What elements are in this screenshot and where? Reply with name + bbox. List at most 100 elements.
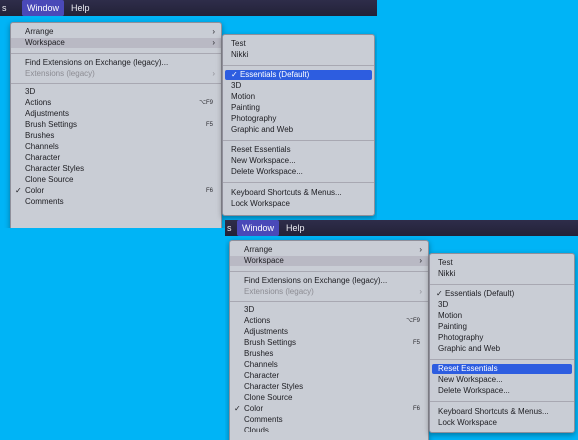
menu-item-brush-settings[interactable]: Brush Settings F5 (230, 338, 428, 348)
shortcut-label: ⌥F9 (406, 318, 420, 324)
menu-item-reset-essentials[interactable]: Reset Essentials (223, 145, 374, 155)
menu-item-motion[interactable]: Motion (223, 92, 374, 102)
menu-item-nikki[interactable]: Nikki (430, 269, 574, 279)
menu-item-clouds[interactable]: Clouds (230, 426, 428, 432)
shortcut-label: F5 (412, 340, 420, 346)
menubar-item-help[interactable]: Help (281, 220, 310, 236)
menu-item-actions[interactable]: Actions ⌥F9 (11, 98, 221, 108)
menu-separator (223, 182, 374, 183)
menu-item-brushes[interactable]: Brushes (11, 131, 221, 141)
menu-item-label: Arrange (25, 27, 54, 36)
menu-item-label: Arrange (244, 245, 273, 254)
menu-item-painting[interactable]: Painting (223, 103, 374, 113)
menu-item-photography[interactable]: Photography (223, 114, 374, 124)
checkmark-icon: ✓ (436, 289, 443, 298)
shortcut-label: ⌥F9 (199, 100, 213, 106)
window-menu: Arrange › Workspace › Find Extensions on… (10, 22, 222, 228)
menu-item-channels[interactable]: Channels (230, 360, 428, 370)
menu-item-nikki[interactable]: Nikki (223, 50, 374, 60)
menubar-item-help[interactable]: Help (66, 0, 95, 16)
menu-item-brush-settings[interactable]: Brush Settings F5 (11, 120, 221, 130)
menu-item-comments[interactable]: Comments (11, 197, 221, 207)
menu-item-graphic-and-web[interactable]: Graphic and Web (223, 125, 374, 135)
menu-item-photography[interactable]: Photography (430, 333, 574, 343)
menu-item-arrange[interactable]: Arrange › (230, 245, 428, 255)
workspace-submenu: Test Nikki ✓ Essentials (Default) 3D Mot… (429, 253, 575, 433)
menu-separator (430, 284, 574, 285)
shortcut-label: F6 (412, 406, 420, 412)
chevron-right-icon: › (419, 287, 422, 296)
menu-item-new-workspace[interactable]: New Workspace... (430, 375, 574, 385)
menu-item-character-styles[interactable]: Character Styles (11, 164, 221, 174)
menu-item-color[interactable]: ✓ Color F6 (11, 186, 221, 196)
menu-item-find-extensions[interactable]: Find Extensions on Exchange (legacy)... (11, 58, 221, 68)
menu-item-label: Color (25, 186, 45, 195)
menu-item-test[interactable]: Test (223, 39, 374, 49)
chevron-right-icon: › (419, 245, 422, 254)
menu-item-extensions-legacy: Extensions (legacy) › (230, 287, 428, 297)
chevron-right-icon: › (212, 27, 215, 36)
menu-item-comments[interactable]: Comments (230, 415, 428, 425)
menu-item-reset-essentials[interactable]: Reset Essentials (432, 364, 572, 374)
menu-item-workspace[interactable]: Workspace › (230, 256, 428, 266)
menu-item-channels[interactable]: Channels (11, 142, 221, 152)
menubar-item-cut[interactable]: s (225, 220, 237, 236)
menu-item-extensions-legacy: Extensions (legacy) › (11, 69, 221, 79)
menu-item-lock-workspace[interactable]: Lock Workspace (430, 418, 574, 428)
menu-item-essentials-default[interactable]: ✓ Essentials (Default) (225, 70, 372, 80)
menu-item-label: Workspace (244, 256, 284, 265)
screenshot-bottom: s Window Help Arrange › Workspace › Find… (225, 220, 578, 440)
menu-item-painting[interactable]: Painting (430, 322, 574, 332)
menu-item-3d[interactable]: 3D (430, 300, 574, 310)
menubar-item-window[interactable]: Window (22, 0, 65, 16)
menu-item-label: Color (244, 404, 264, 413)
menu-item-keyboard-shortcuts[interactable]: Keyboard Shortcuts & Menus... (430, 407, 574, 417)
menu-item-graphic-and-web[interactable]: Graphic and Web (430, 344, 574, 354)
checkmark-icon: ✓ (231, 70, 238, 79)
workspace-submenu: Test Nikki ✓ Essentials (Default) 3D Mot… (222, 34, 375, 216)
menu-item-character[interactable]: Character (11, 153, 221, 163)
menu-item-adjustments[interactable]: Adjustments (11, 109, 221, 119)
menu-separator (223, 65, 374, 66)
menu-item-adjustments[interactable]: Adjustments (230, 327, 428, 337)
window-menu: Arrange › Workspace › Find Extensions on… (229, 240, 429, 440)
menu-item-keyboard-shortcuts[interactable]: Keyboard Shortcuts & Menus... (223, 188, 374, 198)
menu-item-3d[interactable]: 3D (230, 305, 428, 315)
menu-item-brushes[interactable]: Brushes (230, 349, 428, 359)
menu-item-test[interactable]: Test (430, 258, 574, 268)
menu-separator (230, 271, 428, 272)
menubar-item-cut[interactable]: s (0, 0, 12, 16)
menu-item-label: Brush Settings (25, 120, 78, 129)
menu-item-label: Brush Settings (244, 338, 297, 347)
menu-item-clone-source[interactable]: Clone Source (230, 393, 428, 403)
menubar-item-window[interactable]: Window (237, 220, 280, 236)
menu-separator (430, 359, 574, 360)
menu-item-clone-source[interactable]: Clone Source (11, 175, 221, 185)
menu-item-lock-workspace[interactable]: Lock Workspace (223, 199, 374, 209)
menu-item-character[interactable]: Character (230, 371, 428, 381)
menu-item-label: Actions (25, 98, 52, 107)
chevron-right-icon: › (212, 69, 215, 78)
menu-item-label: Workspace (25, 38, 65, 47)
menu-item-3d[interactable]: 3D (223, 81, 374, 91)
menu-item-label: Extensions (legacy) (25, 69, 95, 78)
menu-item-workspace[interactable]: Workspace › (11, 38, 221, 48)
menu-item-delete-workspace[interactable]: Delete Workspace... (223, 167, 374, 177)
menu-item-find-extensions[interactable]: Find Extensions on Exchange (legacy)... (230, 276, 428, 286)
menu-item-new-workspace[interactable]: New Workspace... (223, 156, 374, 166)
menu-item-color[interactable]: ✓ Color F6 (230, 404, 428, 414)
chevron-right-icon: › (212, 38, 215, 47)
menu-bar: s Window Help (0, 0, 377, 16)
menu-item-arrange[interactable]: Arrange › (11, 27, 221, 37)
menu-item-3d[interactable]: 3D (11, 87, 221, 97)
menu-item-essentials-default[interactable]: ✓ Essentials (Default) (430, 289, 574, 299)
menu-item-motion[interactable]: Motion (430, 311, 574, 321)
menu-item-label: Extensions (legacy) (244, 287, 314, 296)
chevron-right-icon: › (419, 256, 422, 265)
menu-item-label: Essentials (Default) (239, 70, 310, 79)
menu-item-actions[interactable]: Actions ⌥F9 (230, 316, 428, 326)
menu-separator (230, 301, 428, 302)
menu-item-delete-workspace[interactable]: Delete Workspace... (430, 386, 574, 396)
menu-bar: s Window Help (225, 220, 578, 236)
menu-item-character-styles[interactable]: Character Styles (230, 382, 428, 392)
